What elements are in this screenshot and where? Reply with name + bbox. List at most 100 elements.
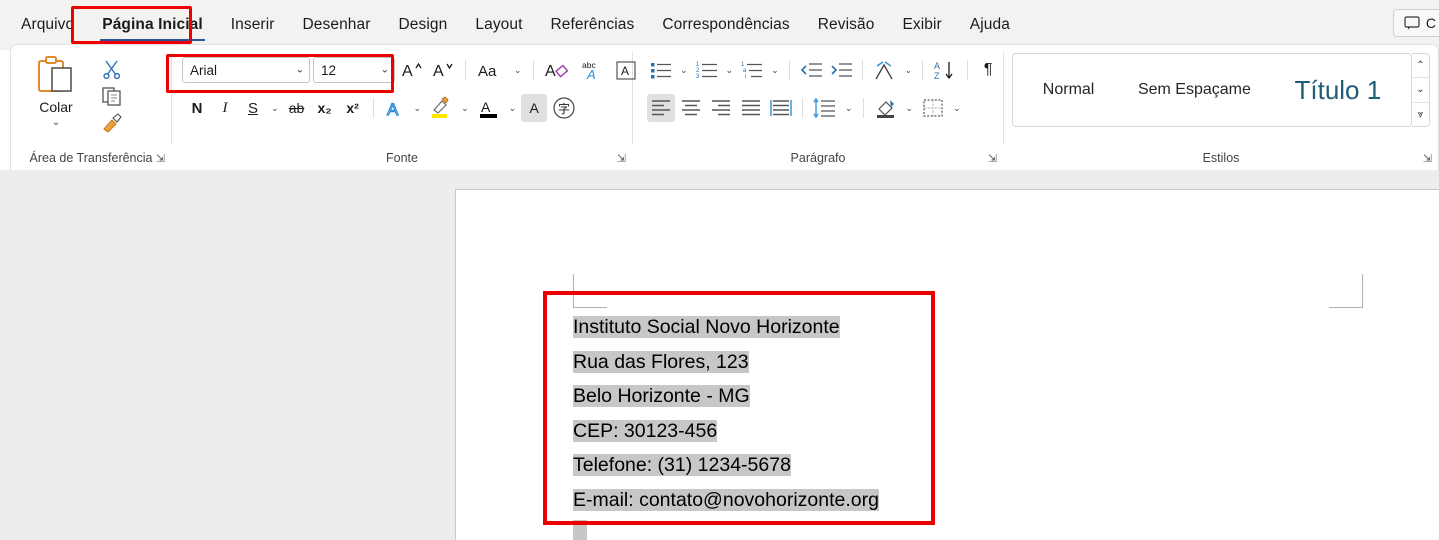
spelling-check-button[interactable]: abc A xyxy=(577,56,609,84)
paste-icon xyxy=(35,55,77,95)
superscript-button[interactable]: x² xyxy=(340,94,366,122)
styles-gallery: Normal Sem Espaçame Título 1 xyxy=(1012,53,1412,127)
svg-text:3: 3 xyxy=(696,74,700,80)
bold-button[interactable]: N xyxy=(184,94,210,122)
chevron-down-icon[interactable]: ⌄ xyxy=(506,103,520,114)
italic-button[interactable]: I xyxy=(212,94,238,122)
format-painter-icon[interactable] xyxy=(101,113,123,133)
tab-arquivo[interactable]: Arquivo xyxy=(7,12,88,38)
tab-label: Inserir xyxy=(230,16,275,33)
document-line-text: Belo Horizonte - MG xyxy=(573,385,750,408)
sort-az-button[interactable]: AZ xyxy=(930,56,960,84)
font-color-button[interactable]: A xyxy=(474,94,504,122)
tab-label: Página Inicial xyxy=(102,16,203,33)
styles-scroll-down-button[interactable]: ⌄ xyxy=(1412,78,1429,103)
style-label: Sem Espaçame xyxy=(1137,81,1251,98)
toolbar-separator xyxy=(861,60,863,80)
styles-scroll-up-button[interactable]: ⌃ xyxy=(1412,54,1429,79)
sort-direction-button[interactable] xyxy=(870,56,900,84)
styles-gallery-scrollbar[interactable]: ⌃ ⌄ ⩔ xyxy=(1412,53,1430,127)
tab-design[interactable]: Design xyxy=(385,12,462,38)
style-item-sem-espacamento[interactable]: Sem Espaçame xyxy=(1128,75,1261,105)
pilcrow-icon: ¶ xyxy=(983,61,993,78)
tab-layout[interactable]: Layout xyxy=(461,12,536,38)
change-case-button[interactable]: Aa xyxy=(474,56,508,84)
font-family-combobox[interactable]: Arial ⌄ xyxy=(182,57,310,83)
document-line-text: Instituto Social Novo Horizonte xyxy=(573,316,840,338)
paragraph-dialog-launcher-icon[interactable]: ⇲ xyxy=(988,152,997,165)
comments-button[interactable]: C xyxy=(1392,9,1439,37)
multilevel-list-button[interactable]: 1ai xyxy=(738,56,766,84)
tab-correspondencias[interactable]: Correspondências xyxy=(648,12,803,38)
chevron-down-icon[interactable]: ⌄ xyxy=(677,65,691,76)
style-item-normal[interactable]: Normal xyxy=(1033,75,1105,105)
bullet-list-button[interactable] xyxy=(647,56,675,84)
increase-indent-button[interactable] xyxy=(827,56,855,84)
tab-label: Design xyxy=(398,16,448,33)
document-line-text: Telefone: (31) 1234-5678 xyxy=(573,454,791,477)
clear-formatting-button[interactable]: A xyxy=(542,56,574,84)
align-center-button[interactable] xyxy=(677,94,705,122)
font-size-combobox[interactable]: 12 ⌄ xyxy=(313,57,395,83)
clipboard-mini-buttons xyxy=(101,51,123,133)
tab-revisao[interactable]: Revisão xyxy=(804,12,889,38)
subscript-button[interactable]: x₂ xyxy=(312,94,338,122)
document-page[interactable]: Instituto Social Novo Horizonte Rua das … xyxy=(455,189,1439,540)
chevron-down-icon[interactable]: ⌄ xyxy=(950,103,964,114)
chevron-down-icon[interactable]: ⌄ xyxy=(842,103,856,114)
paste-button[interactable]: Colar ⌄ xyxy=(25,51,87,128)
chevron-down-icon[interactable]: ⌄ xyxy=(902,65,916,76)
clipboard-dialog-launcher-icon[interactable]: ⇲ xyxy=(156,152,165,165)
chevron-down-icon[interactable]: ⌄ xyxy=(768,65,782,76)
align-right-button[interactable] xyxy=(707,94,735,122)
tab-exibir[interactable]: Exibir xyxy=(888,12,955,38)
align-left-button[interactable] xyxy=(647,94,675,122)
highlight-color-button[interactable] xyxy=(426,94,456,122)
decrease-indent-button[interactable] xyxy=(797,56,825,84)
chevron-down-icon[interactable]: ⌄ xyxy=(381,65,389,76)
cut-icon[interactable] xyxy=(101,59,123,79)
chevron-down-icon[interactable]: ⌄ xyxy=(52,118,60,128)
phonetic-guide-button[interactable]: 字 xyxy=(549,94,579,122)
font-family-value: Arial xyxy=(190,62,218,78)
styles-dialog-launcher-icon[interactable]: ⇲ xyxy=(1423,152,1432,165)
tab-referencias[interactable]: Referências xyxy=(537,12,649,38)
svg-text:A: A xyxy=(545,63,556,80)
tab-label: Exibir xyxy=(902,16,942,33)
tab-inserir[interactable]: Inserir xyxy=(217,12,289,38)
tab-desenhar[interactable]: Desenhar xyxy=(289,12,385,38)
align-justify-button[interactable] xyxy=(737,94,765,122)
tab-ajuda[interactable]: Ajuda xyxy=(956,12,1024,38)
chevron-down-icon[interactable]: ⌄ xyxy=(458,103,472,114)
strikethrough-button[interactable]: ab xyxy=(284,94,310,122)
document-line: CEP: 30123-456 xyxy=(573,414,1273,449)
font-dialog-launcher-icon[interactable]: ⇲ xyxy=(617,152,626,165)
grow-font-button[interactable]: A xyxy=(398,56,426,84)
chevron-down-icon[interactable]: ⌄ xyxy=(723,65,737,76)
chevron-down-icon[interactable]: ⌄ xyxy=(411,103,425,114)
chevron-down-icon[interactable]: ⌄ xyxy=(903,103,917,114)
styles-gallery-more-button[interactable]: ⩔ xyxy=(1412,103,1429,126)
style-item-titulo-1[interactable]: Título 1 xyxy=(1284,69,1391,112)
show-formatting-marks-button[interactable]: ¶ xyxy=(975,56,1001,84)
chevron-down-icon[interactable]: ⌄ xyxy=(296,65,304,76)
shrink-font-button[interactable]: A xyxy=(429,56,457,84)
document-line: E-mail: contato@novohorizonte.org xyxy=(573,483,1273,518)
document-text-block[interactable]: Instituto Social Novo Horizonte Rua das … xyxy=(573,310,1273,540)
borders-button[interactable] xyxy=(918,94,948,122)
character-shading-button[interactable]: A xyxy=(521,94,548,122)
chevron-down-icon[interactable]: ⌄ xyxy=(268,103,282,114)
copy-icon[interactable] xyxy=(101,86,123,106)
text-effects-button[interactable]: A xyxy=(381,94,409,122)
line-spacing-button[interactable] xyxy=(810,94,840,122)
chevron-down-icon[interactable]: ⌄ xyxy=(511,65,525,76)
numbered-list-button[interactable]: 123 xyxy=(693,56,721,84)
shading-button[interactable] xyxy=(871,94,901,122)
toolbar-separator xyxy=(922,60,924,80)
tab-pagina-inicial[interactable]: Página Inicial xyxy=(88,12,216,41)
paragraph-group-label: Parágrafo ⇲ xyxy=(633,146,1003,170)
document-line: Rua das Flores, 123 xyxy=(573,345,1273,380)
underline-button[interactable]: S xyxy=(240,94,266,122)
distribute-text-button[interactable] xyxy=(767,94,795,122)
document-canvas: Instituto Social Novo Horizonte Rua das … xyxy=(0,170,1439,540)
